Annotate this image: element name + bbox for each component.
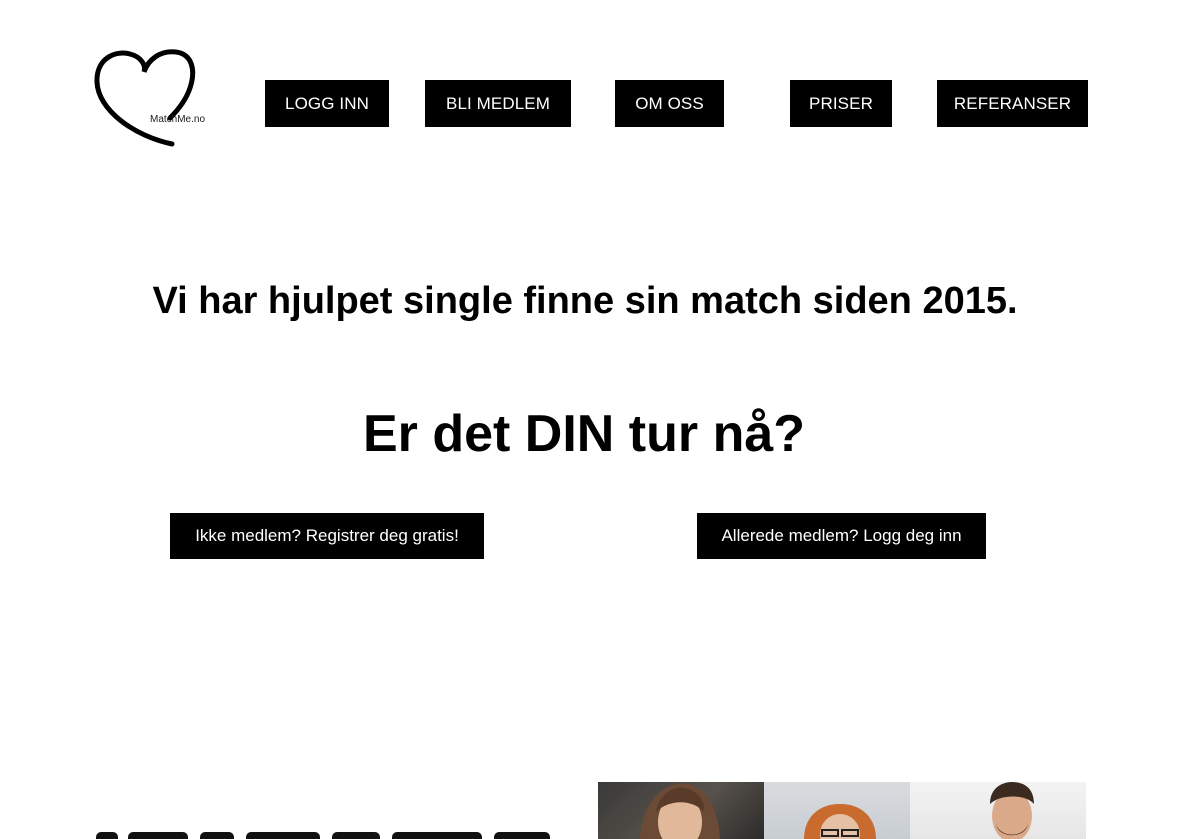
hero-tagline: Vi har hjulpet single finne sin match si… xyxy=(152,280,1018,322)
heart-outline-icon xyxy=(94,49,196,147)
nav-references-button[interactable]: REFERANSER xyxy=(937,80,1088,127)
partial-heading-cutoff xyxy=(96,826,556,839)
nav-login-button[interactable]: LOGG INN xyxy=(265,80,389,127)
member-photos xyxy=(598,782,1086,839)
nav-join-button[interactable]: BLI MEDLEM xyxy=(425,80,571,127)
member-photo xyxy=(764,782,910,839)
member-photo xyxy=(598,782,764,839)
register-button[interactable]: Ikke medlem? Registrer deg gratis! xyxy=(170,513,484,559)
nav-prices-button[interactable]: PRISER xyxy=(790,80,892,127)
login-button[interactable]: Allerede medlem? Logg deg inn xyxy=(697,513,986,559)
nav-about-button[interactable]: OM OSS xyxy=(615,80,724,127)
logo[interactable]: MatchMe.no xyxy=(94,48,216,148)
logo-text: MatchMe.no xyxy=(150,114,206,125)
hero-headline: Er det DIN tur nå? xyxy=(362,405,806,463)
member-photo xyxy=(910,782,1086,839)
